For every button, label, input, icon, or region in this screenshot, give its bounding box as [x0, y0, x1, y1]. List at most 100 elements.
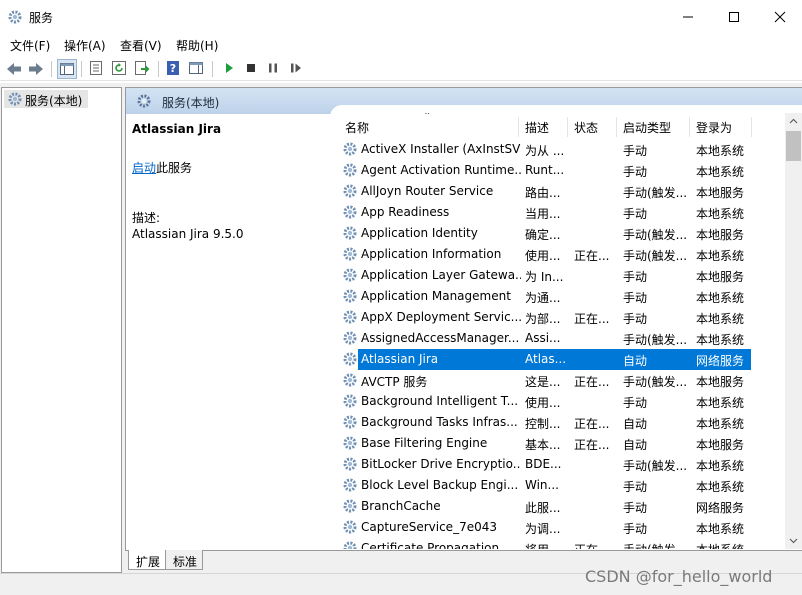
menu-action[interactable]: 操作(A): [64, 37, 106, 54]
tab-extended-label: 扩展: [136, 555, 161, 569]
tree-item-services-local[interactable]: 服务(本地): [4, 90, 88, 108]
menu-file[interactable]: 文件(F): [10, 37, 50, 54]
services-gear-icon: [136, 93, 152, 112]
svg-text:?: ?: [170, 62, 176, 75]
service-startup-type: 手动(触发...: [623, 333, 688, 347]
service-row[interactable]: ActiveX Installer (AxInstSV) 为从 ... 手动 本地系统: [337, 139, 785, 160]
pause-service-button[interactable]: [264, 59, 284, 79]
close-button[interactable]: [757, 2, 802, 32]
service-logon-as: 本地系统: [696, 480, 745, 494]
sort-ascending-icon: ⌃: [423, 113, 432, 122]
back-arrow-icon: [7, 63, 21, 75]
service-description: 基本...: [525, 438, 561, 452]
service-description: 控制...: [525, 417, 561, 431]
service-row[interactable]: AssignedAccessManager... Assi... 手动(触发... 本…: [337, 328, 785, 349]
forward-button[interactable]: [26, 59, 46, 79]
maximize-button[interactable]: [711, 2, 757, 32]
chevron-up-icon: [789, 118, 798, 124]
service-logon-as: 网络服务: [696, 501, 745, 515]
service-row[interactable]: Certificate Propagation 将用... 正在... 手动(触发..…: [337, 538, 785, 549]
maximize-icon: [729, 12, 739, 22]
services-gear-icon: [7, 91, 23, 110]
toolbar: ?: [0, 57, 802, 81]
service-row[interactable]: AppX Deployment Servic... 为部... 正在... 手动 本地系…: [337, 307, 785, 328]
service-logon-as: 本地服务: [696, 375, 745, 389]
show-hide-tree-button[interactable]: [57, 59, 77, 79]
service-row[interactable]: Agent Activation Runtime... Runt... 手动 本地系统: [337, 160, 785, 181]
services-list: ⌃ 名称 描述 状态 启动类型 登录为 ActiveX Installer (A…: [337, 113, 785, 549]
service-logon-as: 本地服务: [696, 228, 745, 242]
service-startup-type: 手动: [623, 312, 648, 326]
service-startup-type: 手动(触发...: [623, 541, 689, 549]
service-row[interactable]: Application Management 为通... 手动 本地系统: [337, 286, 785, 307]
console-tree-icon: [60, 63, 74, 75]
properties-button[interactable]: [87, 59, 107, 79]
service-gear-icon: [342, 540, 358, 549]
service-row[interactable]: AllJoyn Router Service 路由... 手动(触发... 本地服务: [337, 181, 785, 202]
service-name: AppX Deployment Servic...: [361, 310, 521, 324]
service-logon-as: 本地系统: [696, 333, 745, 347]
service-row[interactable]: BranchCache 此服... 手动 网络服务: [337, 496, 785, 517]
help-button[interactable]: ?: [164, 59, 184, 79]
service-name: Background Intelligent T...: [361, 394, 519, 408]
service-description: BDE...: [525, 457, 562, 471]
service-row[interactable]: Background Intelligent T... 使用... 手动 本地系统: [337, 391, 785, 412]
service-status: 正在...: [574, 375, 610, 389]
service-name: ActiveX Installer (AxInstSV): [361, 142, 521, 156]
export-list-button[interactable]: [133, 59, 153, 79]
scroll-down-button[interactable]: [785, 532, 802, 549]
service-row[interactable]: Block Level Backup Engi... Win... 手动 本地系统: [337, 475, 785, 496]
service-row[interactable]: App Readiness 当用... 手动 本地系统: [337, 202, 785, 223]
service-row[interactable]: BitLocker Drive Encryptio... BDE... 手动(触发.…: [337, 454, 785, 475]
play-icon: [226, 63, 233, 73]
show-action-pane-button[interactable]: [187, 59, 207, 79]
service-logon-as: 本地系统: [696, 396, 745, 410]
service-row[interactable]: Application Layer Gatewa... 为 In... 手动 本地服务: [337, 265, 785, 286]
column-header-startup-type[interactable]: 启动类型: [623, 119, 671, 136]
service-row[interactable]: CaptureService_7e043 为调... 手动 本地系统: [337, 517, 785, 538]
service-gear-icon: [342, 393, 358, 409]
start-service-suffix: 此服务: [156, 161, 193, 175]
menu-help[interactable]: 帮助(H): [176, 37, 218, 54]
service-gear-icon: [342, 225, 358, 241]
scroll-thumb[interactable]: [786, 131, 801, 161]
start-service-button[interactable]: [220, 59, 240, 79]
forward-arrow-icon: [29, 63, 43, 75]
refresh-button[interactable]: [110, 59, 130, 79]
service-gear-icon: [342, 309, 358, 325]
service-row[interactable]: Background Tasks Infras... 控制... 正在... 自动 本地…: [337, 412, 785, 433]
services-gear-icon: [7, 9, 23, 25]
service-gear-icon: [342, 204, 358, 220]
scroll-up-button[interactable]: [785, 113, 802, 130]
service-row[interactable]: AVCTP 服务 这是... 正在... 手动(触发... 本地服务: [337, 370, 785, 391]
service-startup-type: 手动: [623, 144, 648, 158]
panel-header-title: 服务(本地): [162, 96, 220, 110]
stop-service-button[interactable]: [242, 59, 262, 79]
service-name: Base Filtering Engine: [361, 436, 488, 450]
start-service-line: 启动此服务: [132, 159, 192, 176]
restart-service-button[interactable]: [287, 59, 307, 79]
service-row[interactable]: Application Identity 确定... 手动(触发... 本地服务: [337, 223, 785, 244]
column-header-name[interactable]: 名称: [345, 119, 369, 136]
properties-icon: [90, 61, 102, 75]
tab-standard[interactable]: 标准: [165, 550, 203, 570]
vertical-scrollbar[interactable]: [785, 113, 802, 549]
minimize-button[interactable]: [665, 2, 711, 32]
service-status: 正在...: [574, 417, 610, 431]
start-service-link[interactable]: 启动: [132, 161, 156, 175]
service-startup-type: 手动: [623, 291, 648, 305]
service-row[interactable]: Atlassian Jira Atlas... 自动 网络服务: [337, 349, 785, 370]
column-header-description[interactable]: 描述: [525, 119, 549, 136]
service-row[interactable]: Base Filtering Engine 基本... 正在... 自动 本地服务: [337, 433, 785, 454]
service-name: Background Tasks Infras...: [361, 415, 518, 429]
tab-extended[interactable]: 扩展: [128, 550, 166, 570]
watermark: CSDN @for_hello_world: [585, 567, 773, 586]
menu-view[interactable]: 查看(V): [120, 37, 162, 54]
back-button[interactable]: [4, 59, 24, 79]
service-description: 为 In...: [525, 270, 564, 284]
service-gear-icon: [342, 288, 358, 304]
service-description: Atlas...: [525, 352, 567, 366]
column-header-status[interactable]: 状态: [574, 119, 598, 136]
service-row[interactable]: Application Information 使用... 正在... 手动(触发..…: [337, 244, 785, 265]
column-header-logon-as[interactable]: 登录为: [696, 119, 732, 136]
